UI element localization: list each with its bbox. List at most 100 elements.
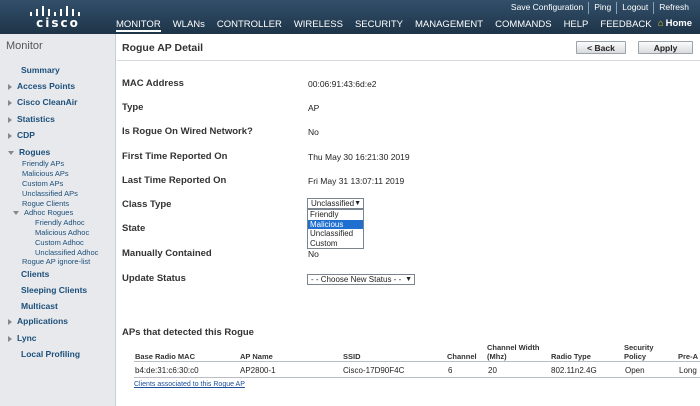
clients-associated-link[interactable]: Clients associated to this Rogue AP <box>134 381 245 388</box>
col-ssid: SSID <box>343 352 361 361</box>
type-value: AP <box>308 103 320 113</box>
sidebar-item-label: Access Points <box>17 81 76 91</box>
page-title: Rogue AP Detail <box>122 42 204 54</box>
apply-button[interactable]: Apply <box>638 41 693 54</box>
rogue-on-wired-label: Is Rogue On Wired Network? <box>122 126 253 137</box>
cisco-wordmark: cisco <box>36 16 80 30</box>
ping-link[interactable]: Ping <box>588 2 616 14</box>
refresh-link[interactable]: Refresh <box>653 2 694 14</box>
sidebar-item-cdp[interactable]: CDP <box>8 130 35 140</box>
save-configuration-link[interactable]: Save Configuration <box>506 2 588 14</box>
sidebar: Monitor Summary Access Points Cisco Clea… <box>0 34 116 406</box>
cisco-logo-bars-icon <box>28 4 88 16</box>
sidebar-item-label: Lync <box>17 333 37 343</box>
col-radio-type: Radio Type <box>551 352 591 361</box>
col-security-policy: Security Policy <box>624 343 654 361</box>
nav-wireless[interactable]: WIRELESS <box>294 18 343 32</box>
cell-ssid: Cisco-17D90F4C <box>343 366 405 375</box>
sidebar-sub-rogue-ap-ignore-list[interactable]: Rogue AP ignore-list <box>22 257 90 266</box>
cell-ap-name: AP2800-1 <box>240 366 276 375</box>
nav-help[interactable]: HELP <box>564 18 589 32</box>
back-button[interactable]: < Back <box>576 41 626 54</box>
sidebar-sub-adhoc-rogues[interactable]: Adhoc Rogues <box>13 208 73 217</box>
main-nav: MONITOR WLANs CONTROLLER WIRELESS SECURI… <box>116 18 664 32</box>
table-row-divider <box>134 377 700 378</box>
sidebar-sub-malicious-aps[interactable]: Malicious APs <box>22 169 69 178</box>
sidebar-item-summary[interactable]: Summary <box>21 65 60 75</box>
sidebar-sub-custom-adhoc[interactable]: Custom Adhoc <box>35 238 84 247</box>
class-option-custom[interactable]: Custom <box>308 239 363 249</box>
nav-wlans[interactable]: WLANs <box>173 18 205 32</box>
nav-commands[interactable]: COMMANDS <box>495 18 551 32</box>
col-channel-width: Channel Width (Mhz) <box>487 343 540 361</box>
cell-preamble: Long <box>679 366 697 375</box>
sidebar-sub-rogue-clients[interactable]: Rogue Clients <box>22 199 69 208</box>
sidebar-sub-unclassified-aps[interactable]: Unclassified APs <box>22 189 78 198</box>
collapse-arrow-icon <box>13 211 19 216</box>
sidebar-item-label: Cisco CleanAir <box>17 97 78 107</box>
table-header-divider <box>134 361 700 362</box>
update-status-select[interactable]: - - Choose New Status - - ▼ <box>307 274 415 285</box>
col-base-radio-mac: Base Radio MAC <box>135 352 196 361</box>
sidebar-item-sleeping-clients[interactable]: Sleeping Clients <box>21 285 87 295</box>
expand-arrow-icon <box>8 99 12 106</box>
nav-security[interactable]: SECURITY <box>355 18 403 32</box>
collapse-arrow-icon <box>8 150 14 155</box>
sidebar-sub-custom-aps[interactable]: Custom APs <box>22 179 63 188</box>
update-status-selected: - - Choose New Status - - <box>311 275 402 284</box>
expand-arrow-icon <box>8 83 12 90</box>
home-link[interactable]: ⌂ Home <box>658 18 692 29</box>
cell-security-policy: Open <box>625 366 645 375</box>
cisco-logo: cisco <box>28 4 88 32</box>
nav-management[interactable]: MANAGEMENT <box>415 18 483 32</box>
mac-address-value: 00:06:91:43:6d:e2 <box>308 79 377 89</box>
dropdown-arrow-icon: ▼ <box>405 276 412 283</box>
col-preamble: Pre-A <box>678 352 699 361</box>
sidebar-sub-label: Adhoc Rogues <box>24 208 74 217</box>
sidebar-item-clients[interactable]: Clients <box>21 269 49 279</box>
title-divider <box>117 60 700 61</box>
last-reported-label: Last Time Reported On <box>122 175 227 186</box>
manually-contained-value: No <box>308 249 319 259</box>
sidebar-item-label: Applications <box>17 316 69 326</box>
nav-feedback[interactable]: FEEDBACK <box>600 18 651 32</box>
sidebar-sub-malicious-adhoc[interactable]: Malicious Adhoc <box>35 228 89 237</box>
sidebar-item-statistics[interactable]: Statistics <box>8 114 55 124</box>
sidebar-item-lync[interactable]: Lync <box>8 333 37 343</box>
cell-channel-width: 20 <box>488 366 497 375</box>
home-label: Home <box>665 18 692 29</box>
sidebar-item-cisco-cleanair[interactable]: Cisco CleanAir <box>8 97 77 107</box>
cell-radio-type: 802.11n2.4G <box>551 366 597 375</box>
type-label: Type <box>122 102 144 113</box>
manually-contained-label: Manually Contained <box>122 248 212 259</box>
rogue-on-wired-value: No <box>308 127 319 137</box>
nav-controller[interactable]: CONTROLLER <box>217 18 282 32</box>
last-reported-value: Fri May 31 13:07:11 2019 <box>308 176 405 186</box>
sidebar-sub-friendly-aps[interactable]: Friendly APs <box>22 159 64 168</box>
col-ap-name: AP Name <box>240 352 273 361</box>
top-links: Save Configuration Ping Logout Refresh <box>506 2 694 14</box>
sidebar-item-label: Rogues <box>19 147 51 157</box>
class-type-label: Class Type <box>122 199 172 210</box>
sidebar-item-local-profiling[interactable]: Local Profiling <box>21 349 80 359</box>
col-channel: Channel <box>447 352 477 361</box>
nav-monitor[interactable]: MONITOR <box>116 18 161 32</box>
dropdown-arrow-icon: ▼ <box>354 200 361 207</box>
class-option-unclassified[interactable]: Unclassified <box>308 229 363 239</box>
sidebar-item-access-points[interactable]: Access Points <box>8 81 75 91</box>
class-type-select[interactable]: Unclassified ▼ <box>307 198 364 209</box>
cell-base-radio-mac: b4:de:31:c6:30:c0 <box>135 366 199 375</box>
sidebar-sub-friendly-adhoc[interactable]: Friendly Adhoc <box>35 218 85 227</box>
class-option-malicious[interactable]: Malicious <box>308 219 363 229</box>
logout-link[interactable]: Logout <box>616 2 653 14</box>
update-status-label: Update Status <box>122 273 186 284</box>
home-icon: ⌂ <box>657 18 664 29</box>
first-reported-label: First Time Reported On <box>122 151 228 162</box>
sidebar-item-applications[interactable]: Applications <box>8 316 68 326</box>
sidebar-item-multicast[interactable]: Multicast <box>21 301 58 311</box>
sidebar-sub-unclassified-adhoc[interactable]: Unclassified Adhoc <box>35 248 98 257</box>
sidebar-item-rogues[interactable]: Rogues <box>8 147 50 157</box>
state-label: State <box>122 223 146 234</box>
expand-arrow-icon <box>8 132 12 139</box>
class-option-friendly[interactable]: Friendly <box>308 210 363 220</box>
